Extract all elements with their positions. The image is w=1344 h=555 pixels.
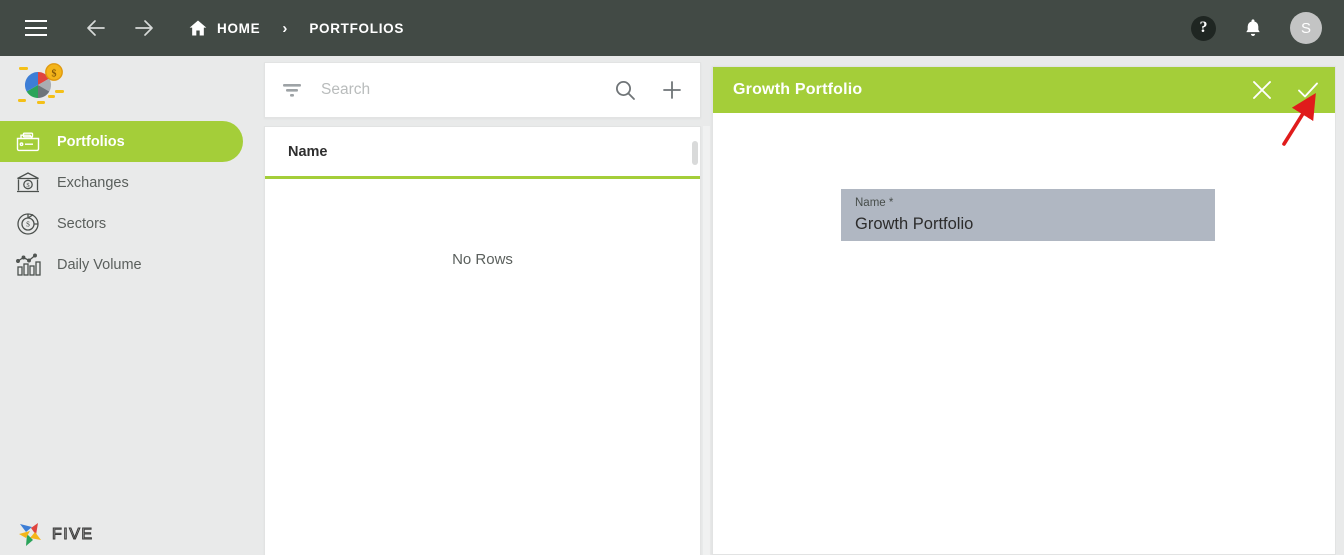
name-field[interactable]: Name * Growth Portfolio: [841, 189, 1215, 241]
five-brand-logo: FIVE: [16, 519, 112, 549]
top-bar-actions: ? S: [1191, 12, 1344, 44]
search-icon[interactable]: [613, 78, 637, 102]
sidebar-item-exchanges[interactable]: $ Exchanges: [0, 162, 264, 203]
bank-icon: $: [14, 169, 42, 197]
right-edge-gutter: [1336, 56, 1344, 555]
detail-panel-body: Name * Growth Portfolio: [713, 113, 1335, 554]
close-icon[interactable]: [1249, 77, 1275, 103]
sidebar-item-label: Exchanges: [57, 174, 129, 191]
home-icon: [188, 18, 208, 38]
grid-header-cell-name[interactable]: Name: [288, 144, 328, 160]
svg-text:FIVE: FIVE: [52, 526, 94, 543]
check-icon[interactable]: [1295, 77, 1321, 103]
app-logo: $: [0, 56, 264, 118]
sidebar-item-label: Daily Volume: [57, 256, 142, 273]
back-button[interactable]: [74, 6, 118, 50]
sidebar-item-sectors[interactable]: $ Sectors: [0, 203, 264, 244]
breadcrumb-home-label: HOME: [217, 20, 261, 36]
plus-icon[interactable]: [660, 78, 684, 102]
sidebar-nav: Portfolios $ Exchanges $ Sectors Daily V…: [0, 121, 264, 285]
hamburger-menu-button[interactable]: [14, 6, 58, 50]
pie-chart-coin-logo: $: [16, 62, 66, 112]
donut-chart-icon: $: [14, 210, 42, 238]
name-field-value[interactable]: Growth Portfolio: [855, 212, 1215, 236]
breadcrumb-separator: ›: [282, 19, 288, 37]
detail-panel-title: Growth Portfolio: [733, 81, 863, 98]
grid-vertical-scrollbar[interactable]: [703, 126, 710, 555]
grid-header-row: Name: [265, 127, 700, 179]
sidebar-item-label: Portfolios: [57, 133, 125, 150]
search-input[interactable]: [321, 81, 613, 99]
breadcrumb-current-label[interactable]: PORTFOLIOS: [309, 21, 404, 36]
arrow-forward-icon: [132, 16, 156, 40]
list-panel: Name No Rows: [264, 56, 710, 555]
bar-chart-icon: [14, 251, 42, 279]
portfolio-box-icon: [14, 128, 42, 156]
grid-header-scrollbar[interactable]: [692, 141, 698, 165]
empty-state-message: No Rows: [452, 251, 513, 268]
sidebar-item-daily-volume[interactable]: Daily Volume: [0, 244, 264, 285]
sidebar-item-portfolios[interactable]: Portfolios: [0, 121, 243, 162]
breadcrumb: HOME › PORTFOLIOS: [188, 18, 404, 38]
five-pinwheel-logo: [16, 519, 46, 549]
five-wordmark: FIVE: [51, 525, 112, 543]
top-bar: HOME › PORTFOLIOS ? S: [0, 0, 1344, 56]
arrow-back-icon: [84, 16, 108, 40]
svg-text:$: $: [52, 68, 57, 79]
detail-panel-header: Growth Portfolio: [713, 67, 1335, 113]
bell-icon[interactable]: [1242, 16, 1264, 40]
avatar[interactable]: S: [1290, 12, 1322, 44]
svg-text:$: $: [26, 219, 30, 228]
hamburger-icon: [25, 20, 47, 36]
sidebar: $ Portfolios $ Exchanges $ Sectors Daily…: [0, 56, 264, 555]
forward-button[interactable]: [122, 6, 166, 50]
breadcrumb-home[interactable]: HOME: [188, 18, 260, 38]
data-grid: Name No Rows: [264, 126, 701, 555]
help-icon[interactable]: ?: [1191, 15, 1216, 41]
name-field-label: Name *: [855, 197, 894, 209]
grid-body: No Rows: [265, 179, 700, 555]
detail-panel: Growth Portfolio Name * Growth Portfolio: [712, 66, 1336, 555]
app-root: HOME › PORTFOLIOS ? S $ Portfolios $ Exc…: [0, 0, 1344, 555]
detail-panel-actions: [1249, 77, 1321, 103]
search-bar: [264, 62, 701, 118]
sidebar-item-label: Sectors: [57, 215, 107, 232]
filter-icon[interactable]: [281, 79, 303, 101]
